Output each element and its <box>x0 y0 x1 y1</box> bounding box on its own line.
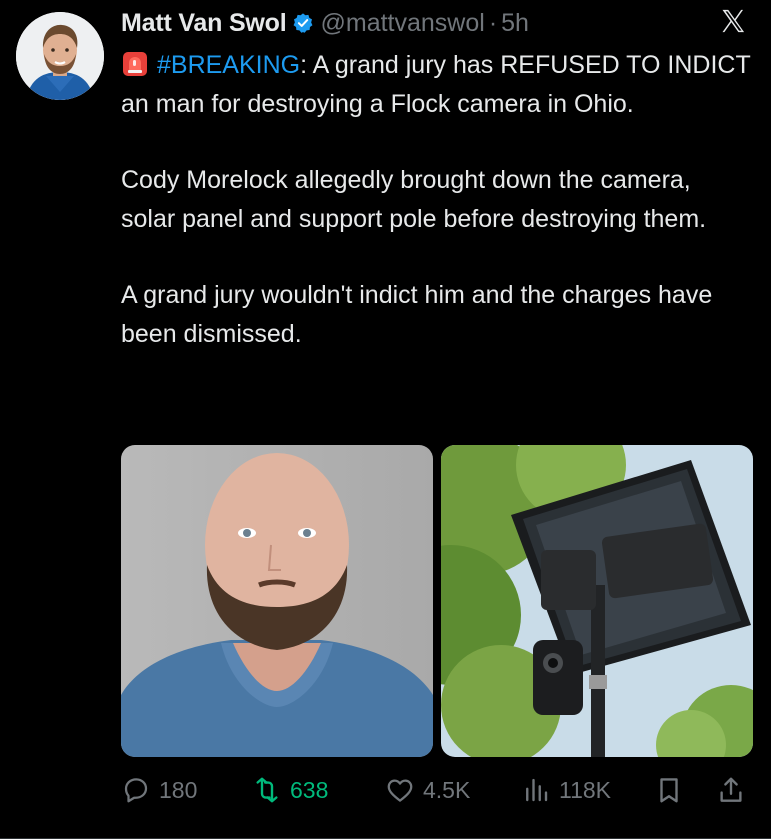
post-header: Matt Van Swol @mattvanswol · 5h <box>121 6 529 40</box>
media-image-1[interactable] <box>121 445 433 757</box>
post-paragraph-1: #BREAKING: A grand jury has REFUSED TO I… <box>121 46 751 124</box>
repost-button[interactable]: 638 <box>252 770 328 810</box>
heart-icon <box>387 779 413 802</box>
hashtag-breaking[interactable]: #BREAKING <box>157 51 300 79</box>
like-button[interactable]: 4.5K <box>385 770 470 810</box>
post-text: #BREAKING: A grand jury has REFUSED TO I… <box>121 46 751 354</box>
action-bar: 180 638 4.5K 118K <box>121 770 751 810</box>
reply-count: 180 <box>159 776 198 803</box>
flock-camera-photo <box>441 445 753 757</box>
post-paragraph-3: A grand jury wouldn't indict him and the… <box>121 281 713 348</box>
tweet: Matt Van Swol @mattvanswol · 5h #BREAKIN… <box>0 0 771 839</box>
views-button[interactable]: 118K <box>521 770 611 810</box>
author-handle[interactable]: @mattvanswol <box>320 9 484 38</box>
separator-dot: · <box>488 8 498 37</box>
bookmark-button[interactable] <box>654 770 692 810</box>
post-paragraph-2: Cody Morelock allegedly brought down the… <box>121 166 707 233</box>
mugshot-photo <box>121 445 433 757</box>
reply-icon <box>124 778 148 803</box>
avatar-photo <box>16 12 104 100</box>
reply-button[interactable]: 180 <box>121 770 197 810</box>
siren-emoji-icon <box>121 50 149 78</box>
share-button[interactable] <box>716 770 754 810</box>
repost-count: 638 <box>290 776 329 803</box>
author-name[interactable]: Matt Van Swol <box>121 9 287 38</box>
post-time[interactable]: 5h <box>501 9 529 38</box>
x-logo-icon <box>719 7 747 35</box>
views-count: 118K <box>559 776 612 803</box>
media-image-2[interactable] <box>441 445 753 757</box>
bookmark-icon <box>660 778 678 803</box>
author-avatar[interactable] <box>16 12 104 100</box>
repost-icon <box>256 777 278 803</box>
verified-badge-icon <box>292 12 314 34</box>
views-chart-icon <box>526 778 548 802</box>
share-icon <box>720 777 742 802</box>
like-count: 4.5K <box>423 776 471 803</box>
